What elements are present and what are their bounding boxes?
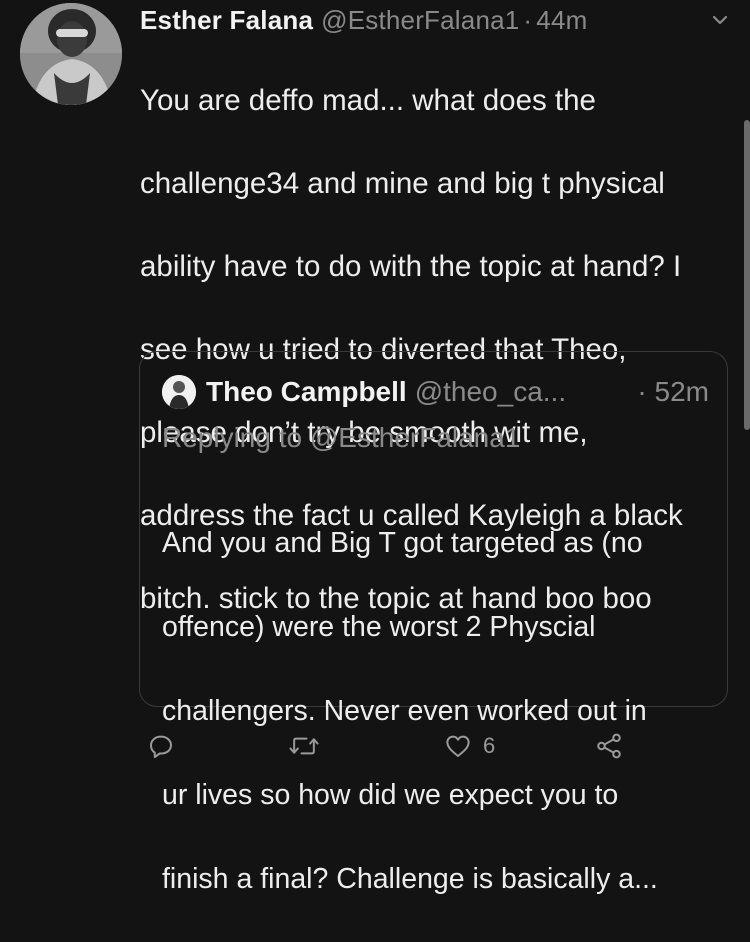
scrollbar[interactable] bbox=[744, 120, 750, 430]
quoted-tweet-card[interactable]: Theo Campbell @theo_ca... · 52m Replying… bbox=[139, 351, 728, 895]
tweet-text-line: You are deffo mad... what does the bbox=[140, 83, 596, 117]
tweet-header: Esther Falana @EstherFalana1 · 44m bbox=[140, 2, 730, 38]
author-name[interactable]: Esther Falana bbox=[140, 5, 313, 36]
quoted-author-avatar bbox=[162, 375, 196, 409]
retweet-icon bbox=[289, 737, 319, 755]
quoted-tweet-header: Theo Campbell @theo_ca... · 52m bbox=[162, 373, 709, 411]
retweet-button[interactable] bbox=[288, 728, 320, 764]
tweet-text-line: challenge34 and mine and big t physical bbox=[140, 166, 665, 200]
chevron-down-icon[interactable] bbox=[708, 8, 732, 32]
quoted-text-line: ur lives so how did we expect you to bbox=[162, 779, 619, 811]
tweet-text-line: ability have to do with the topic at han… bbox=[140, 249, 682, 283]
author-handle[interactable]: @EstherFalana1 bbox=[321, 5, 519, 36]
author-avatar[interactable] bbox=[20, 3, 122, 105]
quoted-tweet-time: · 52m bbox=[637, 376, 709, 407]
heart-icon bbox=[446, 735, 470, 757]
quoted-text-line: offence) were the worst 2 Physcial bbox=[162, 611, 596, 643]
quoted-author-avatar-image bbox=[162, 375, 196, 409]
quoted-text-line: challengers. Never even worked out in bbox=[162, 695, 647, 727]
replying-to-label: Replying to @EstherFalana1 bbox=[162, 422, 521, 453]
reply-button[interactable] bbox=[146, 728, 176, 764]
quoted-text-line: And you and Big T got targeted as (no bbox=[162, 527, 643, 559]
author-avatar-image bbox=[20, 3, 122, 105]
like-count: 6 bbox=[483, 733, 496, 758]
reply-icon bbox=[150, 735, 172, 758]
quoted-text-line: finish a final? Challenge is basically a… bbox=[162, 863, 658, 895]
tweet[interactable]: Esther Falana @EstherFalana1 · 44m You a… bbox=[0, 0, 750, 895]
quoted-tweet-text: And you and Big T got targeted as (no of… bbox=[162, 480, 714, 942]
separator-dot: · bbox=[523, 4, 533, 35]
share-icon bbox=[597, 733, 621, 759]
quoted-author-handle: @theo_ca... bbox=[414, 376, 567, 407]
like-button[interactable]: 6 bbox=[443, 728, 495, 764]
tweet-time[interactable]: 44m bbox=[536, 5, 587, 36]
share-button[interactable] bbox=[594, 728, 624, 764]
tweet-actions: 6 bbox=[140, 728, 640, 764]
quoted-author-name: Theo Campbell bbox=[206, 376, 407, 407]
